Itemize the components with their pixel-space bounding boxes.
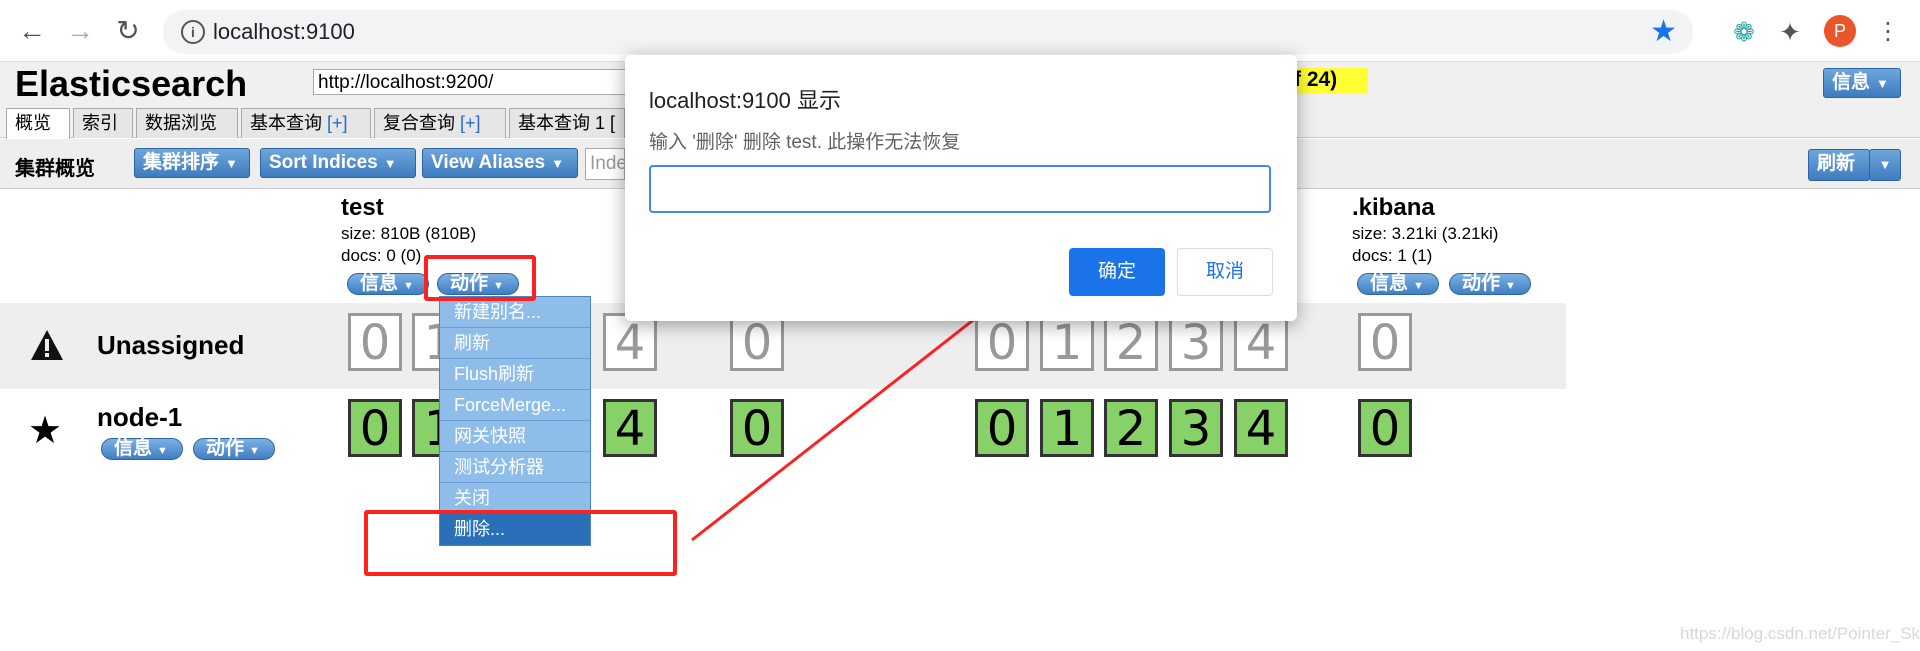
dialog-message: 输入 '删除' 删除 test. 此操作无法恢复: [649, 132, 961, 153]
watermark-text: https://blog.csdn.net/Pointer_Sky: [1680, 624, 1920, 643]
dialog-ok-button[interactable]: 确定: [1069, 248, 1165, 296]
arrow-line: [691, 283, 1019, 542]
dialog-cancel-button[interactable]: 取消: [1177, 248, 1273, 296]
prompt-dialog: localhost:9100 显示 输入 '删除' 删除 test. 此操作无法…: [625, 55, 1297, 321]
dialog-title: localhost:9100 显示: [649, 88, 841, 113]
dialog-input[interactable]: [649, 165, 1271, 213]
